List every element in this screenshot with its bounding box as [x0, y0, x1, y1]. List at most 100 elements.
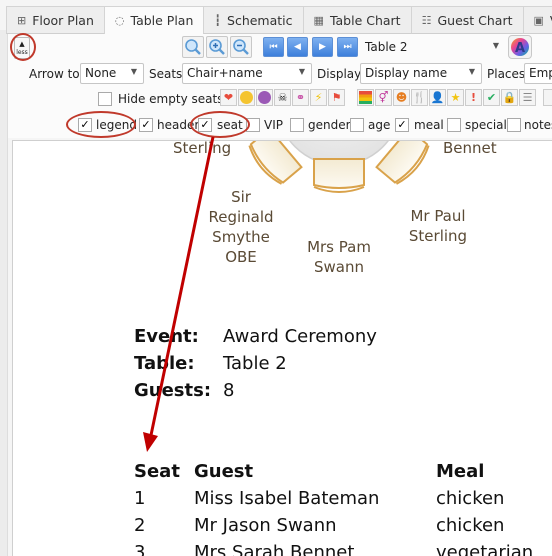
tab-vdu-chart[interactable]: ▣VDU Cha: [522, 6, 552, 34]
places-select[interactable]: Emp: [524, 63, 552, 84]
table-select-value: Table 2: [365, 40, 408, 54]
lightning-button[interactable]: ⚡: [310, 89, 327, 106]
tab-table-plan[interactable]: ◌ Table Plan: [103, 6, 205, 35]
chair[interactable]: [313, 158, 365, 193]
annotation-oval-seat: [190, 111, 250, 138]
guest-cell: Mrs Sarah Bennet: [194, 542, 355, 556]
next-icon: ▶: [319, 42, 326, 52]
couples-button[interactable]: ⚭: [292, 89, 309, 106]
meal-checkbox[interactable]: ✓: [395, 118, 409, 132]
annotation-circle: [10, 33, 36, 61]
group-button[interactable]: ☻: [393, 89, 410, 106]
first-table-button[interactable]: ⏮: [263, 37, 284, 57]
chevron-down-icon: ▼: [468, 67, 475, 76]
tab-floor-plan[interactable]: ⊞ Floor Plan: [6, 6, 105, 34]
arrow-to-select[interactable]: None ▼: [80, 63, 144, 84]
chair[interactable]: [246, 141, 303, 187]
annotation-oval-legend: [66, 111, 136, 138]
meal-cell: chicken: [436, 488, 505, 509]
smiley-happy-icon: [240, 91, 253, 104]
skull-icon: ☠: [277, 91, 288, 104]
tab-schematic[interactable]: ┇ Schematic: [203, 6, 304, 34]
gender-checkbox[interactable]: [290, 118, 304, 132]
enemy-button[interactable]: ☠: [274, 89, 291, 106]
event-row: Event:: [134, 326, 199, 347]
zoom-in-icon: [209, 39, 225, 55]
svg-text:A: A: [515, 41, 525, 56]
zoom-fit-button[interactable]: [182, 36, 204, 58]
guest-label[interactable]: Sterling: [173, 141, 231, 158]
guest-label[interactable]: Mrs Pam Swann: [303, 237, 375, 277]
display-label: Display:: [317, 67, 365, 81]
more-button[interactable]: [543, 89, 552, 106]
schematic-icon: ┇: [214, 13, 222, 27]
lightning-icon: ⚡: [314, 91, 323, 104]
age-checkbox[interactable]: [350, 118, 364, 132]
color-bars-button[interactable]: [357, 89, 374, 106]
star-button[interactable]: ★: [447, 89, 464, 106]
arrow-to-value: None: [85, 66, 117, 80]
special-label: special: [465, 118, 507, 132]
checkmark-icon: ✔: [486, 91, 497, 104]
table-value: Table 2: [223, 353, 287, 374]
meal-column-header: Meal: [436, 461, 485, 482]
meal-cell: chicken: [436, 515, 505, 536]
person-button[interactable]: 👤: [429, 89, 446, 106]
previous-icon: ◀: [294, 42, 301, 52]
check-button[interactable]: ✔: [483, 89, 500, 106]
zoom-in-button[interactable]: [206, 36, 228, 58]
seats-select[interactable]: Chair+name ▼: [182, 63, 312, 84]
meal-cell: vegetarian: [436, 542, 534, 556]
color-button[interactable]: A: [508, 35, 532, 59]
notes-checkbox[interactable]: [507, 118, 521, 132]
header-checkbox[interactable]: ✓: [139, 118, 153, 132]
zoom-out-button[interactable]: [230, 36, 252, 58]
next-table-button[interactable]: ▶: [312, 37, 333, 57]
guests-row: Guests:: [134, 380, 211, 401]
tab-label: Floor Plan: [32, 12, 94, 28]
list-button[interactable]: ☰: [519, 89, 536, 106]
alert-button[interactable]: !: [465, 89, 482, 106]
guest-cell: Miss Isabel Bateman: [194, 488, 380, 509]
seat-column-header: Seat: [134, 461, 180, 482]
guest-label[interactable]: Mr Paul Sterling: [403, 206, 473, 246]
exclamation-icon: !: [470, 91, 477, 104]
flag-button[interactable]: ⚑: [328, 89, 345, 106]
tab-label: Table Chart: [329, 12, 401, 28]
guest-column-header: Guest: [194, 461, 254, 482]
meal-button[interactable]: 🍴: [411, 89, 428, 106]
lock-button[interactable]: 🔒: [501, 89, 518, 106]
chair[interactable]: [375, 141, 433, 187]
guests-label: Guests:: [134, 380, 212, 401]
unhappy-button[interactable]: [256, 89, 273, 106]
color-wheel-icon: A: [511, 38, 529, 56]
last-table-button[interactable]: ⏭: [337, 37, 358, 57]
special-checkbox[interactable]: [447, 118, 461, 132]
hide-empty-seats-checkbox[interactable]: [98, 92, 112, 106]
tab-bar: ⊞ Floor Plan ◌ Table Plan ┇ Schematic ▦ Tabl…: [6, 6, 552, 35]
color-bars-icon: [359, 91, 372, 104]
heart-icon: ❤: [223, 91, 234, 104]
guest-label[interactable]: Bennet: [443, 141, 497, 158]
tab-table-chart[interactable]: ▦ Table Chart: [302, 6, 412, 34]
magnifier-icon: [185, 39, 201, 55]
seat-cell: 3: [134, 542, 146, 556]
zoom-out-icon: [233, 39, 249, 55]
tab-guest-chart[interactable]: ☷ Guest Chart: [410, 6, 524, 34]
seat-cell: 2: [134, 515, 146, 536]
table-row: Table:: [134, 353, 195, 374]
event-value: Award Ceremony: [223, 326, 377, 347]
tab-label: Schematic: [227, 12, 293, 28]
display-value: Display name: [365, 66, 448, 80]
seats-value: Chair+name: [187, 66, 263, 80]
happy-button[interactable]: [238, 89, 255, 106]
left-edge: [0, 30, 8, 556]
table-select[interactable]: Table 2 ▼: [360, 37, 506, 58]
gender-button[interactable]: ⚥: [375, 89, 392, 106]
display-select[interactable]: Display name ▼: [360, 63, 482, 84]
list-icon: ☰: [522, 91, 533, 104]
guest-label[interactable]: Sir Reginald Smythe OBE: [203, 187, 279, 267]
seats-label: Seats:: [149, 67, 187, 81]
heart-button[interactable]: ❤: [220, 89, 237, 106]
previous-table-button[interactable]: ◀: [287, 37, 308, 57]
